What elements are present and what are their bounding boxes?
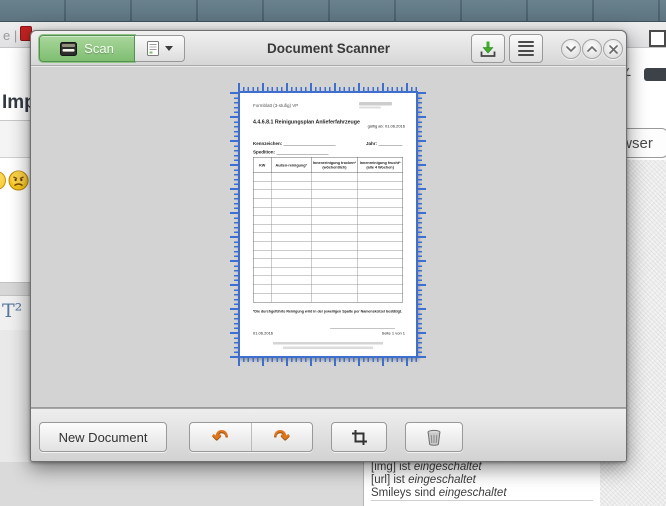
table-row	[254, 190, 403, 199]
close-icon	[609, 45, 618, 54]
new-document-label: New Document	[59, 430, 148, 445]
fine-print	[273, 342, 383, 345]
divider-band	[0, 282, 33, 296]
dark-button-partial[interactable]	[644, 68, 666, 81]
forum-page-left-edge: Imp T²	[0, 48, 33, 462]
scan-ruler-ticks	[238, 83, 418, 92]
field-label-jahr: Jahr:	[366, 141, 402, 146]
forum-status-line: [img] ist eingeschaltet	[371, 461, 482, 473]
chevron-down-icon	[566, 46, 576, 52]
scanned-page[interactable]: Formblatt (3-stufig) VP 4.4.6.8.1 Reinig…	[238, 91, 418, 358]
partial-input-field	[0, 121, 33, 158]
crop-icon	[351, 429, 368, 446]
table-row	[254, 276, 403, 285]
chevron-down-icon	[165, 46, 173, 51]
table-row	[254, 225, 403, 234]
browser-strip-text: e |	[3, 28, 17, 43]
trash-icon	[426, 429, 442, 446]
document-scanner-window: Document Scanner Scan	[30, 30, 627, 462]
rotate-right-button[interactable]: ↷	[251, 423, 312, 451]
divider	[371, 500, 593, 501]
forum-status-line: [url] ist eingeschaltet	[371, 474, 476, 486]
table-row	[254, 173, 403, 182]
save-download-icon	[478, 39, 498, 59]
scan-button-group: Scan	[39, 35, 185, 62]
table-row	[254, 259, 403, 268]
scan-button[interactable]: Scan	[39, 35, 135, 62]
checkbox[interactable]	[649, 30, 666, 47]
bottom-toolbar: New Document ↶ ↷	[31, 408, 626, 461]
table-row	[254, 242, 403, 251]
bbcode-button-row: T²	[0, 296, 33, 330]
table-row	[254, 285, 403, 294]
cleaning-schedule-table: KW Außen-reinigung* Innenreinigung trock…	[253, 157, 403, 302]
form-valid-from: gültig ab: 01.06.2016	[368, 124, 405, 129]
table-row	[254, 233, 403, 242]
superscript-bbcode-button[interactable]: T²	[2, 300, 22, 322]
scan-options-dropdown[interactable]	[135, 35, 185, 62]
column-header: Innenreinigung feucht* (alle 4 Wochen)	[358, 158, 403, 173]
chevron-up-icon	[587, 46, 597, 52]
column-header: Innenreinigung trocken* (wöchentlich)	[312, 158, 358, 173]
save-button[interactable]	[471, 34, 505, 63]
form-footer-page: Seite 1 von 1	[382, 331, 405, 336]
scanner-icon	[60, 42, 77, 56]
table-row	[254, 268, 403, 277]
hamburger-menu-icon	[518, 41, 534, 57]
table-row	[254, 250, 403, 259]
form-type-label: Formblatt (3-stufig) VP	[253, 103, 298, 108]
form-footnote: *Die durchgeführte Reinigung wird in der…	[253, 309, 402, 314]
form-table-body	[254, 173, 403, 302]
table-row	[254, 182, 403, 191]
rotate-right-icon: ↷	[274, 426, 290, 449]
table-row	[254, 216, 403, 225]
smiley-row	[0, 170, 33, 192]
menu-button[interactable]	[509, 34, 543, 63]
window-close-button[interactable]	[603, 39, 623, 59]
window-minimize-button[interactable]	[561, 39, 581, 59]
browser-tab-bar	[0, 0, 666, 22]
scan-ruler-ticks	[230, 91, 239, 358]
signature-line	[330, 328, 395, 329]
page-lower-edge	[0, 330, 33, 462]
table-row	[254, 293, 403, 302]
company-wordmark	[359, 102, 392, 106]
table-row	[254, 199, 403, 208]
page-icon	[147, 41, 159, 56]
forum-status-line: Smileys sind eingeschaltet	[371, 487, 507, 499]
window-maximize-button[interactable]	[582, 39, 602, 59]
field-label-kennzeichen: Kennzeichen:	[253, 141, 336, 146]
table-row	[254, 207, 403, 216]
form-footer-date: 01.06.2016	[253, 331, 273, 336]
field-label-spedition: Spedition:	[253, 150, 328, 155]
rotate-left-icon: ↶	[212, 426, 228, 449]
column-header: Außen-reinigung*	[271, 158, 311, 173]
rotate-button-group: ↶ ↷	[189, 422, 313, 452]
fine-print	[283, 347, 373, 350]
scan-ruler-ticks	[238, 357, 418, 366]
smiley-icon[interactable]	[0, 171, 6, 190]
scan-ruler-ticks	[417, 91, 426, 358]
form-title: 4.4.6.8.1 Reinigungsplan Anlieferfahrzeu…	[253, 119, 360, 125]
rotate-left-button[interactable]: ↶	[190, 423, 251, 451]
scan-preview-area[interactable]: Formblatt (3-stufig) VP 4.4.6.8.1 Reinig…	[31, 66, 626, 408]
scan-button-label: Scan	[84, 41, 114, 56]
column-header: KW	[254, 158, 272, 173]
angry-smiley-icon[interactable]	[8, 170, 29, 191]
company-wordmark	[359, 107, 381, 109]
form-document: Formblatt (3-stufig) VP 4.4.6.8.1 Reinig…	[240, 93, 416, 356]
new-document-button[interactable]: New Document	[39, 422, 167, 452]
crop-button[interactable]	[331, 422, 387, 452]
delete-button[interactable]	[405, 422, 463, 452]
table-header-row: KW Außen-reinigung* Innenreinigung trock…	[254, 158, 403, 174]
titlebar[interactable]: Document Scanner Scan	[31, 31, 626, 66]
